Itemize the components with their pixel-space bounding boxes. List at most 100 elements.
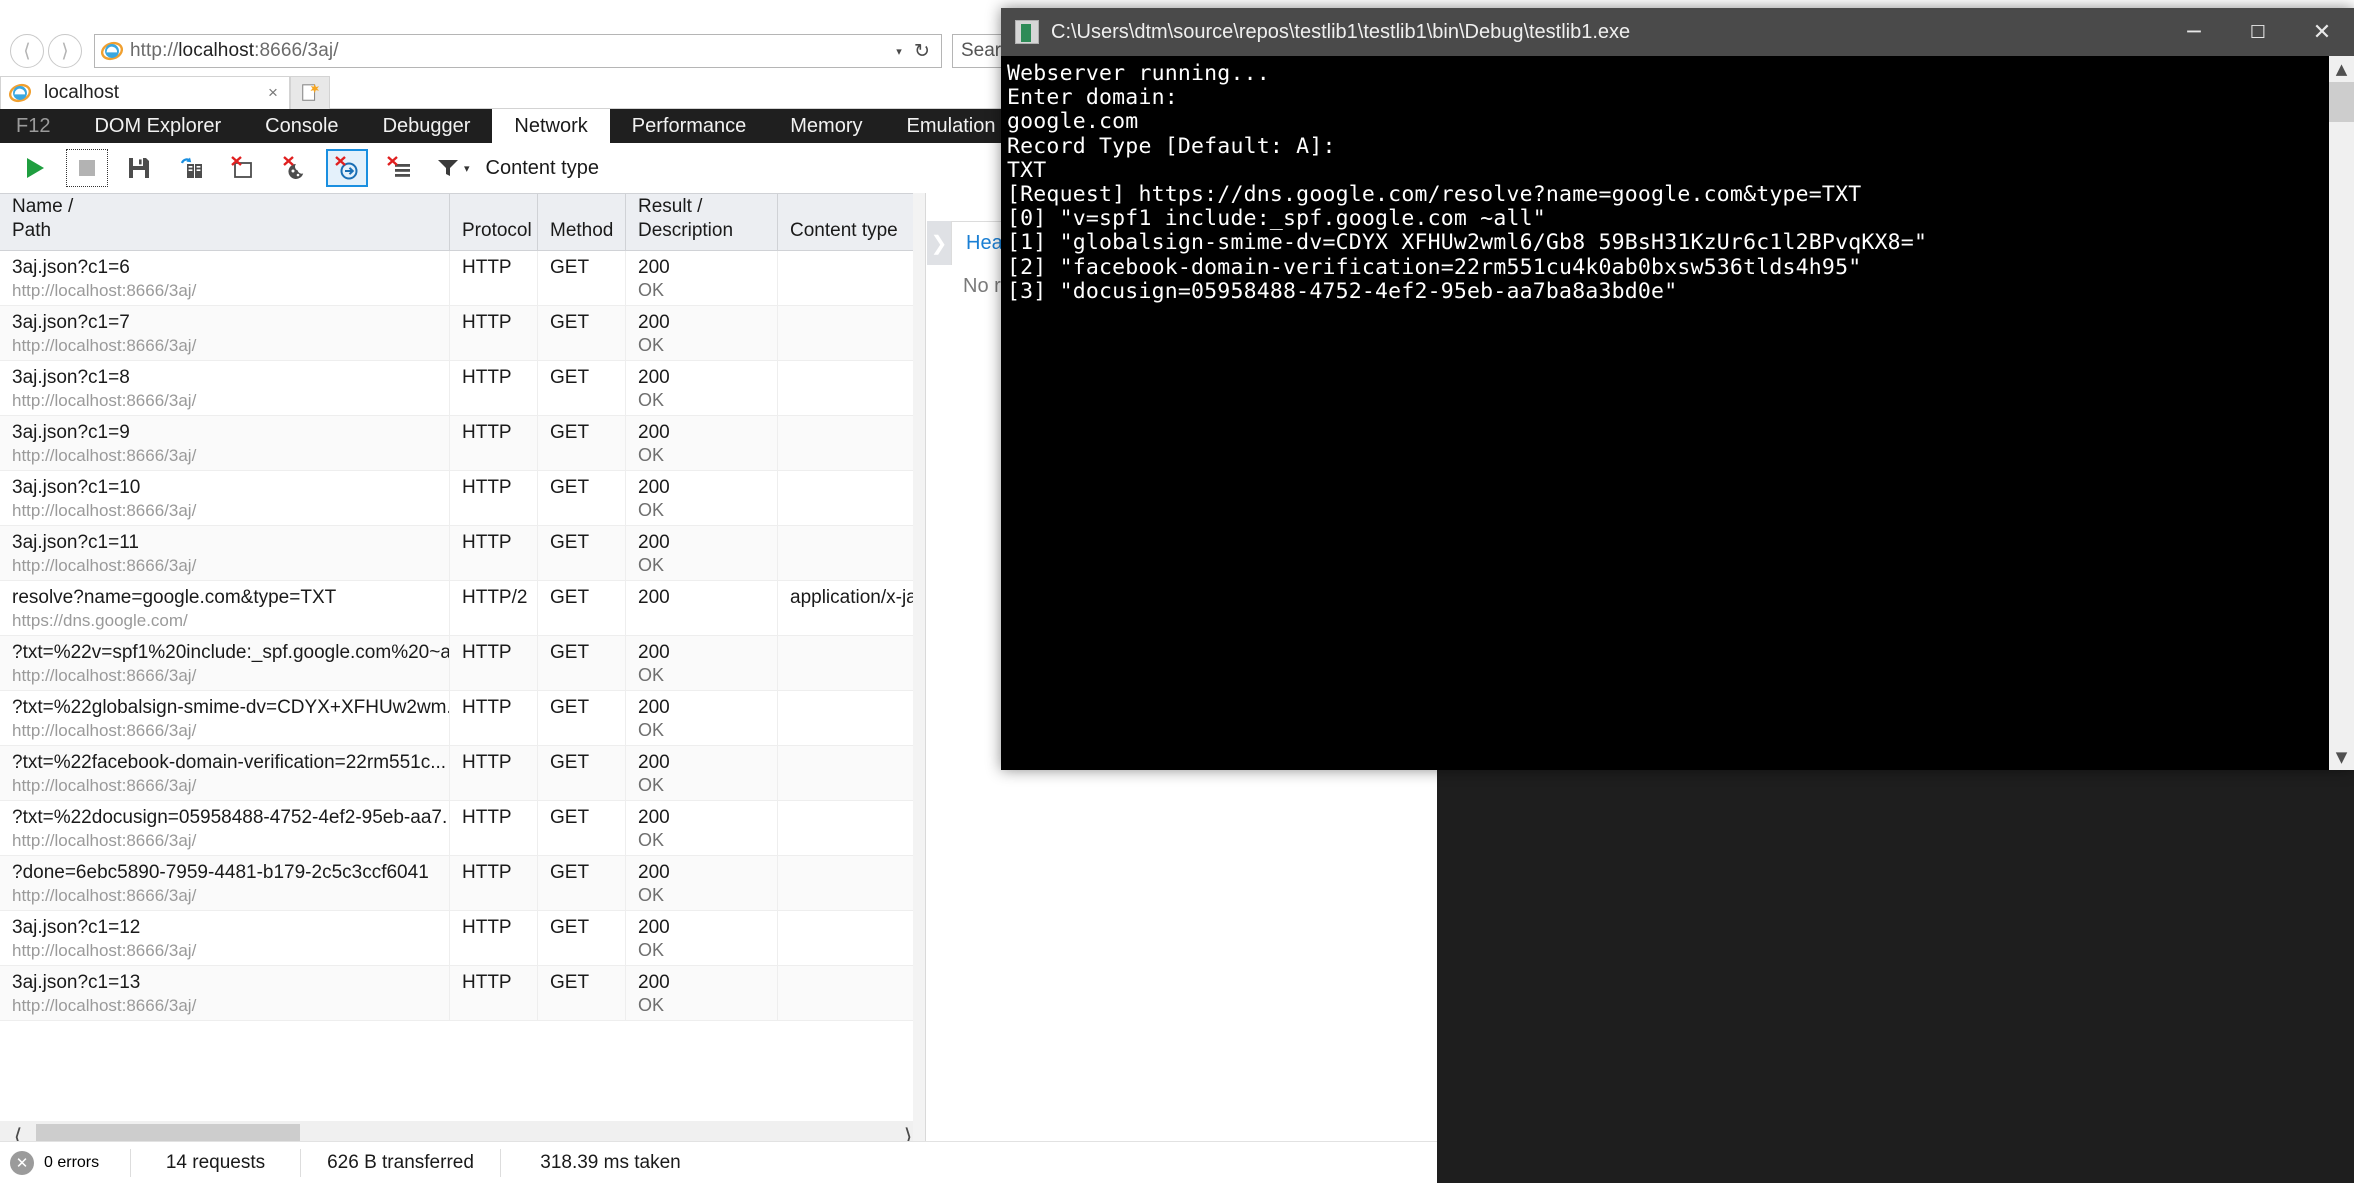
devtools-tab-console[interactable]: Console [243, 109, 360, 143]
table-row[interactable]: ?txt=%22docusign=05958488-4752-4ef2-95eb… [0, 801, 926, 856]
result-description: OK [638, 830, 769, 851]
request-path: http://localhost:8666/3aj/ [12, 501, 441, 521]
clear-cache-button[interactable] [378, 149, 420, 187]
table-row[interactable]: ?txt=%22v=spf1%20include:_spf.google.com… [0, 636, 926, 691]
request-name: ?done=6ebc5890-7959-4481-b179-2c5c3ccf60… [12, 862, 429, 883]
column-header-method[interactable]: Method [538, 194, 626, 250]
result-code: 200 [638, 477, 670, 498]
chevron-up-icon[interactable]: ▲ [2329, 56, 2354, 82]
grid-vertical-scrollbar[interactable] [913, 193, 925, 1153]
close-icon[interactable]: × [265, 83, 281, 103]
table-row[interactable]: 3aj.json?c1=6http://localhost:8666/3aj/H… [0, 251, 926, 306]
new-tab-button[interactable] [290, 76, 330, 109]
grid-header-row: Name /Path Protocol Method Result /Descri… [0, 193, 925, 251]
browser-tab-localhost[interactable]: localhost × [0, 76, 290, 109]
table-row[interactable]: 3aj.json?c1=8http://localhost:8666/3aj/H… [0, 361, 926, 416]
devtools-tab-dom-explorer[interactable]: DOM Explorer [72, 109, 243, 143]
table-row[interactable]: 3aj.json?c1=12http://localhost:8666/3aj/… [0, 911, 926, 966]
result-code: 200 [638, 972, 670, 993]
cell-protocol: HTTP [450, 966, 538, 1020]
column-header-line2: Protocol [462, 219, 529, 244]
table-row[interactable]: 3aj.json?c1=7http://localhost:8666/3aj/H… [0, 306, 926, 361]
devtools-tab-memory[interactable]: Memory [768, 109, 884, 143]
cell-name-path: 3aj.json?c1=10http://localhost:8666/3aj/ [0, 471, 450, 525]
cell-protocol: HTTP [450, 471, 538, 525]
cell-name-path: ?txt=%22v=spf1%20include:_spf.google.com… [0, 636, 450, 690]
clear-on-navigate-toggle[interactable] [326, 149, 368, 187]
cell-protocol: HTTP/2 [450, 581, 538, 635]
column-header-description[interactable]: Result /Description [626, 194, 778, 250]
refresh-button[interactable] [170, 149, 212, 187]
result-description: OK [638, 885, 769, 906]
table-row[interactable]: ?txt=%22facebook-domain-verification=22r… [0, 746, 926, 801]
result-code: 200 [638, 312, 670, 333]
maximize-button[interactable]: ☐ [2226, 8, 2290, 56]
console-scroll-track[interactable] [2329, 82, 2354, 744]
back-arrow-icon[interactable]: ⟨ [10, 34, 44, 68]
cell-result-description: 200OK [626, 251, 778, 305]
cell-result-description: 200OK [626, 691, 778, 745]
table-row[interactable]: 3aj.json?c1=9http://localhost:8666/3aj/H… [0, 416, 926, 471]
screen-root: ⟨ ⟩ http://localhost:8666/3aj/ ▾ ↻ Searc… [0, 0, 2354, 1183]
chevron-down-icon[interactable]: ▾ [464, 162, 470, 175]
column-header-path[interactable]: Name /Path [0, 194, 450, 250]
cell-content-type [778, 361, 924, 415]
console-title-bar[interactable]: C:\Users\dtm\source\repos\testlib1\testl… [1001, 8, 2354, 56]
devtools-tab-network[interactable]: Network [492, 109, 609, 143]
cell-content-type [778, 526, 924, 580]
result-code: 200 [638, 587, 670, 608]
chevron-down-icon[interactable]: ▼ [2329, 744, 2354, 770]
minimize-button[interactable]: ─ [2162, 8, 2226, 56]
stop-profiling-button[interactable] [66, 149, 108, 187]
forward-arrow-icon[interactable]: ⟩ [48, 34, 82, 68]
cell-result-description: 200OK [626, 471, 778, 525]
table-row[interactable]: 3aj.json?c1=11http://localhost:8666/3aj/… [0, 526, 926, 581]
cell-name-path: ?done=6ebc5890-7959-4481-b179-2c5c3ccf60… [0, 856, 450, 910]
devtools-tab-performance[interactable]: Performance [610, 109, 769, 143]
cell-method: GET [538, 306, 626, 360]
refresh-icon[interactable]: ↻ [909, 40, 935, 62]
cell-method: GET [538, 416, 626, 470]
devtools-tab-emulation[interactable]: Emulation [885, 109, 1018, 143]
start-profiling-button[interactable] [14, 149, 56, 187]
internet-explorer-icon [101, 40, 123, 62]
content-type-filter[interactable]: ▾ [436, 157, 470, 179]
column-header-protocol[interactable]: Protocol [450, 194, 538, 250]
devtools-tab-debugger[interactable]: Debugger [361, 109, 493, 143]
console-line: [Request] https://dns.google.com/resolve… [1007, 183, 2354, 207]
result-description: OK [638, 500, 769, 521]
console-vertical-scrollbar[interactable]: ▲ ▼ [2329, 56, 2354, 770]
column-header-line2: Method [550, 219, 617, 244]
console-line: [0] "v=spf1 include:_spf.google.com ~all… [1007, 207, 2354, 231]
table-row[interactable]: 3aj.json?c1=13http://localhost:8666/3aj/… [0, 966, 926, 1021]
cell-content-type [778, 636, 924, 690]
request-name: resolve?name=google.com&type=TXT [12, 587, 336, 608]
status-transferred: 626 B transferred [300, 1149, 500, 1177]
chevron-down-icon[interactable]: ▾ [889, 45, 909, 58]
result-code: 200 [638, 257, 670, 278]
clear-entries-button[interactable] [222, 149, 264, 187]
table-row[interactable]: 3aj.json?c1=10http://localhost:8666/3aj/… [0, 471, 926, 526]
address-bar[interactable]: http://localhost:8666/3aj/ ▾ ↻ [94, 34, 942, 68]
console-output[interactable]: Webserver running...Enter domain:google.… [1001, 56, 2354, 770]
status-errors[interactable]: ✕ 0 errors [0, 1151, 130, 1175]
table-row[interactable]: ?txt=%22globalsign-smime-dv=CDYX+XFHUw2w… [0, 691, 926, 746]
status-errors-label: 0 errors [44, 1154, 99, 1172]
close-button[interactable]: ✕ [2290, 8, 2354, 56]
desktop-background [1437, 760, 2354, 1183]
cell-method: GET [538, 361, 626, 415]
cell-content-type [778, 746, 924, 800]
tab-favicon-icon [9, 82, 31, 104]
table-row[interactable]: resolve?name=google.com&type=TXThttps://… [0, 581, 926, 636]
column-header-content-type[interactable]: Content type [778, 194, 924, 250]
clear-cookies-button[interactable] [274, 149, 316, 187]
cell-name-path: ?txt=%22globalsign-smime-dv=CDYX+XFHUw2w… [0, 691, 450, 745]
request-path: http://localhost:8666/3aj/ [12, 721, 441, 741]
result-code: 200 [638, 697, 670, 718]
status-time-taken: 318.39 ms taken [500, 1149, 720, 1177]
chevron-right-icon[interactable]: ❯ [927, 221, 951, 265]
console-scroll-thumb[interactable] [2329, 82, 2354, 122]
content-type-label: Content type [486, 157, 599, 180]
export-as-har-button[interactable] [118, 149, 160, 187]
table-row[interactable]: ?done=6ebc5890-7959-4481-b179-2c5c3ccf60… [0, 856, 926, 911]
